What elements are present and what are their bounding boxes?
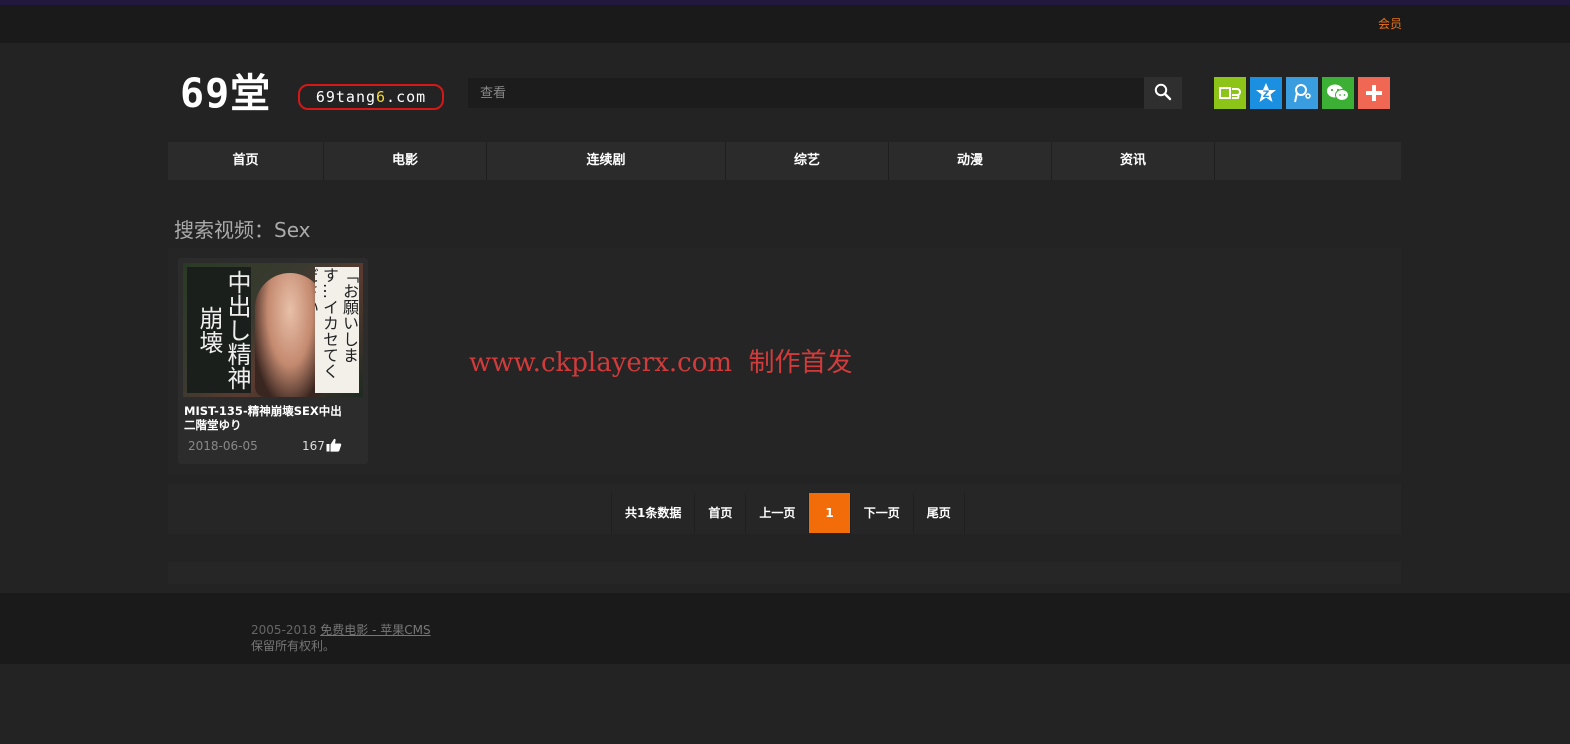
tencent-weibo-icon[interactable] xyxy=(1286,77,1318,109)
video-date: 2018-06-05 xyxy=(188,439,258,453)
header: 69堂 69tang6.com Z xyxy=(168,60,1401,132)
search-results-title: 搜索视频：Sex xyxy=(174,218,311,242)
svg-text:Z: Z xyxy=(1263,90,1270,100)
nav-item-movies[interactable]: 电影 xyxy=(324,142,487,180)
more-plus-icon[interactable] xyxy=(1358,77,1390,109)
video-like-count: 167 xyxy=(302,439,325,453)
footer-years: 2005-2018 xyxy=(251,623,317,637)
member-link[interactable]: 会员 xyxy=(1378,15,1402,32)
search-button[interactable] xyxy=(1144,77,1182,109)
video-title[interactable]: MIST-135-精神崩壊SEX中出 二階堂ゆり xyxy=(184,404,356,432)
footer: 2005-2018 免费电影 - 苹果CMS 保留所有权利。 xyxy=(0,593,1570,664)
nav-item-variety[interactable]: 综艺 xyxy=(726,142,889,180)
footer-copyright: 2005-2018 免费电影 - 苹果CMS xyxy=(251,621,431,638)
share-icon-1[interactable] xyxy=(1214,77,1246,109)
main-nav: 首页 电影 连续剧 综艺 动漫 资讯 xyxy=(168,142,1401,180)
thumbnail-left-text: 中出し精神崩壊 xyxy=(187,267,251,393)
video-card[interactable]: 中出し精神崩壊 「お願いします…イカセてください…」 MIST-135-精神崩壊… xyxy=(178,258,368,464)
pagination-first[interactable]: 首页 xyxy=(695,493,747,533)
content-bottom-strip xyxy=(168,562,1401,584)
video-thumbnail[interactable]: 中出し精神崩壊 「お願いします…イカセてください…」 xyxy=(183,263,363,397)
pagination-panel: 共1条数据 首页 上一页 1 下一页 尾页 xyxy=(168,484,1401,534)
share-icons: Z xyxy=(1214,77,1394,109)
wechat-icon[interactable] xyxy=(1322,77,1354,109)
logo-url-prefix: 69tang xyxy=(315,88,377,106)
footer-cms-link[interactable]: 免费电影 - 苹果CMS xyxy=(320,623,430,637)
pagination-total: 共1条数据 xyxy=(611,493,696,533)
footer-rights: 保留所有权利。 xyxy=(251,639,336,653)
search-input[interactable] xyxy=(468,78,1144,108)
nav-item-home[interactable]: 首页 xyxy=(168,142,324,180)
thumbs-up-icon[interactable] xyxy=(326,438,342,452)
watermark-text: www.ckplayerx.com 制作首发 xyxy=(469,348,853,378)
logo-url-suffix: .com xyxy=(386,88,427,106)
pagination: 共1条数据 首页 上一页 1 下一页 尾页 xyxy=(611,493,965,533)
nav-item-anime[interactable]: 动漫 xyxy=(889,142,1052,180)
top-bar: 会员 xyxy=(0,5,1570,43)
nav-item-news[interactable]: 资讯 xyxy=(1052,142,1215,180)
nav-item-series[interactable]: 连续剧 xyxy=(487,142,726,180)
site-logo[interactable]: 69堂 xyxy=(180,70,271,118)
search-icon xyxy=(1154,83,1172,100)
pagination-last[interactable]: 尾页 xyxy=(914,493,965,533)
pagination-prev[interactable]: 上一页 xyxy=(746,493,810,533)
thumbnail-right-text: 「お願いします…イカセてください…」 xyxy=(315,267,359,393)
qzone-icon[interactable]: Z xyxy=(1250,77,1282,109)
pagination-next[interactable]: 下一页 xyxy=(851,493,914,533)
pagination-current-page[interactable]: 1 xyxy=(809,493,851,533)
logo-url-badge: 69tang6.com xyxy=(298,84,444,110)
logo-url-accent: 6 xyxy=(376,88,387,106)
